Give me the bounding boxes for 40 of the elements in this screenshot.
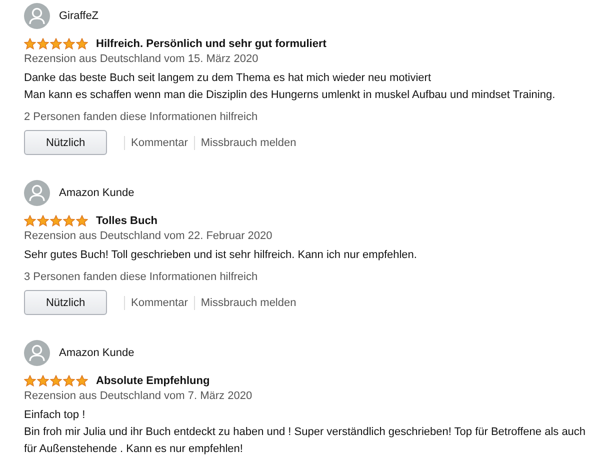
review-date: Rezension aus Deutschland vom 22. Februar 2020 [24, 230, 274, 242]
avatar-icon [24, 3, 50, 29]
avatar-icon [24, 180, 50, 206]
author-name: GiraffeZ [59, 10, 99, 22]
star-icon [76, 375, 88, 387]
review-text: Bin froh mir Julia und ihr Buch entdeckt zu haben und ! Super verständlich geschrieben! Top für Betroffene als auch für Außenstehende . Kann es nur empfehlen! [24, 425, 587, 457]
review-text: Man kann es schaffen wenn man die Disziplin des Hungerns umlenkt in muskel Aufbau und mindset Training. [24, 88, 556, 103]
review-date: Rezension aus Deutschland vom 15. März 2020 [24, 53, 260, 65]
avatar-icon [24, 340, 50, 366]
star-icon [63, 215, 75, 227]
star-icon [50, 38, 62, 50]
star-icon [37, 38, 49, 50]
review-title[interactable]: Tolles Buch [96, 215, 158, 227]
star-icon [24, 375, 36, 387]
star-icon [50, 215, 62, 227]
report-link[interactable]: Missbrauch melden [200, 136, 296, 148]
useful-button[interactable]: Nützlich [24, 130, 107, 155]
review-text: Sehr gutes Buch! Toll geschrieben und ist sehr hilfreich. Kann ich nur empfehlen. [24, 248, 418, 263]
star-icon [24, 215, 36, 227]
star-icon [24, 38, 36, 50]
review-text: Einfach top ! [24, 408, 86, 423]
helpful-count: 2 Personen fanden diese Informationen hilfreich [24, 111, 259, 123]
star-icon [63, 375, 75, 387]
star-icon [63, 38, 75, 50]
author-name: Amazon Kunde [59, 347, 134, 359]
star-icon [50, 375, 62, 387]
report-link[interactable]: Missbrauch melden [200, 296, 296, 308]
star-icon [37, 215, 49, 227]
star-icon [37, 375, 49, 387]
star-icon [76, 38, 88, 50]
useful-button[interactable]: Nützlich [24, 290, 107, 315]
review-title[interactable]: Hilfreich. Persönlich und sehr gut formuliert [96, 38, 326, 50]
comment-link[interactable]: Kommentar [131, 136, 188, 148]
comment-link[interactable]: Kommentar [131, 296, 188, 308]
author-name: Amazon Kunde [59, 187, 134, 199]
review-text: Danke das beste Buch seit langem zu dem Thema es hat mich wieder neu motiviert [24, 71, 432, 86]
review-title[interactable]: Absolute Empfehlung [96, 375, 210, 387]
helpful-count: 3 Personen fanden diese Informationen hilfreich [24, 271, 259, 283]
star-icon [76, 215, 88, 227]
review-date: Rezension aus Deutschland vom 7. März 2020 [24, 390, 254, 402]
